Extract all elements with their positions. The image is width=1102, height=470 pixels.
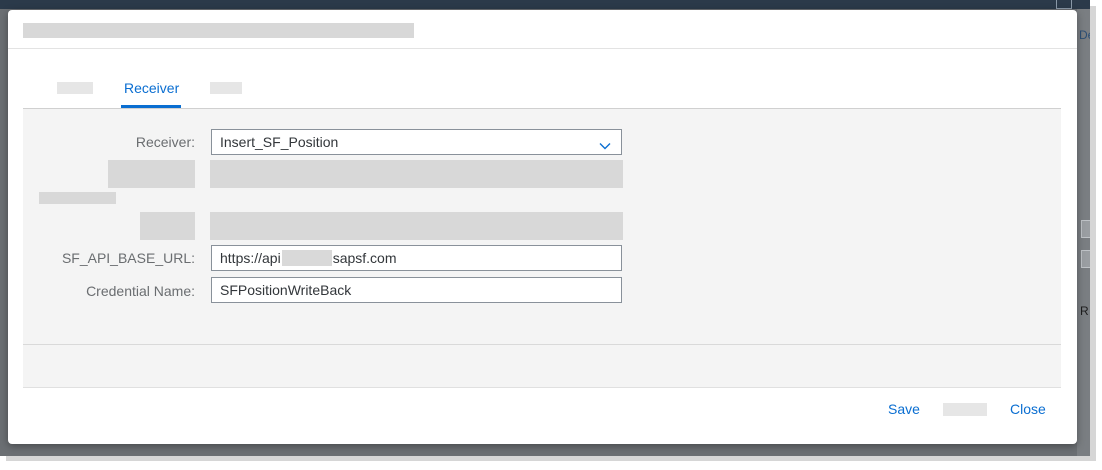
background-right-letter: R: [1080, 304, 1089, 318]
save-button[interactable]: Save: [888, 401, 920, 417]
sf-api-base-url-label: SF_API_BASE_URL:: [61, 250, 195, 266]
screenshot-shadow-bottom: [6, 456, 1096, 461]
configuration-dialog: Receiver Receiver: Insert_SF_Position SF…: [8, 10, 1077, 444]
app-shell-icon: [1056, 0, 1072, 9]
redacted-label: [108, 160, 195, 188]
dialog-header-divider: [8, 48, 1077, 49]
receiver-select[interactable]: Insert_SF_Position: [211, 129, 622, 155]
dialog-title-redacted: [23, 23, 414, 38]
screenshot-shadow-right: [1090, 6, 1096, 461]
tab-redacted-1[interactable]: [57, 82, 93, 94]
redacted-button[interactable]: [943, 403, 987, 416]
close-button[interactable]: Close: [1010, 401, 1046, 417]
sf-api-base-url-value-prefix: https://api: [220, 250, 281, 266]
panel-footer-area: [23, 345, 1061, 387]
credential-name-value: SFPositionWriteBack: [220, 282, 352, 298]
redacted-label: [140, 212, 195, 240]
credential-name-input[interactable]: SFPositionWriteBack: [211, 277, 622, 303]
chevron-down-icon[interactable]: [599, 135, 611, 150]
tab-redacted-2[interactable]: [210, 82, 242, 94]
redacted-field[interactable]: [210, 160, 623, 188]
background-control: [1081, 250, 1090, 268]
redacted-url-segment: [281, 250, 332, 266]
redacted-field[interactable]: [210, 212, 623, 240]
receiver-label: Receiver:: [135, 134, 195, 150]
app-shell-bar: [0, 0, 1090, 9]
sf-api-base-url-value-suffix: sapsf.com: [332, 250, 397, 266]
sf-api-base-url-input[interactable]: https://api sapsf.com: [211, 245, 622, 271]
credential-name-label: Credential Name:: [86, 283, 195, 299]
redacted-label-continuation: [39, 192, 116, 204]
background-control: [1081, 220, 1090, 238]
background-right-text: De: [1079, 28, 1090, 42]
receiver-select-value: Insert_SF_Position: [220, 134, 339, 150]
dialog-footer-divider: [23, 387, 1061, 388]
